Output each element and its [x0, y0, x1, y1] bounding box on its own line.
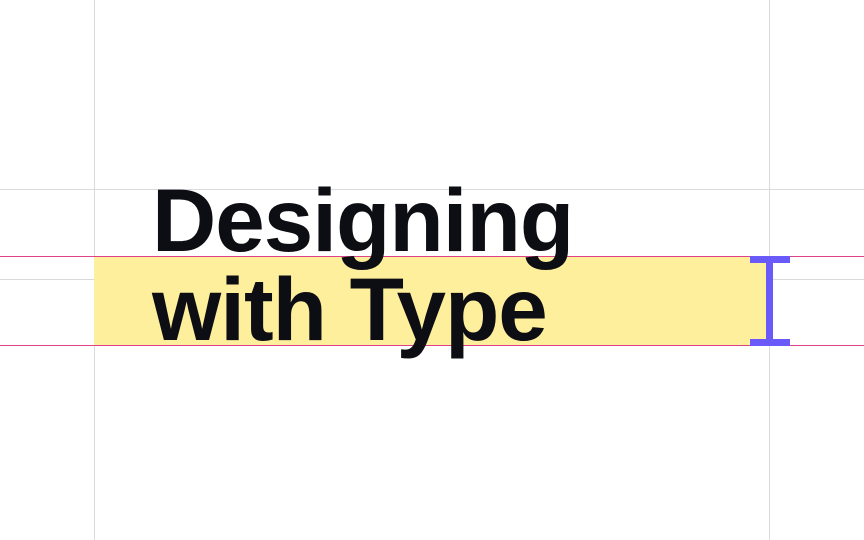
heading-text[interactable]: Designing with Type [152, 170, 574, 359]
heading-line-1: Designing [152, 170, 574, 270]
line-height-measure-icon[interactable] [750, 256, 790, 346]
heading-line-2: with Type [152, 259, 548, 359]
design-canvas: Designing with Type [0, 0, 864, 540]
